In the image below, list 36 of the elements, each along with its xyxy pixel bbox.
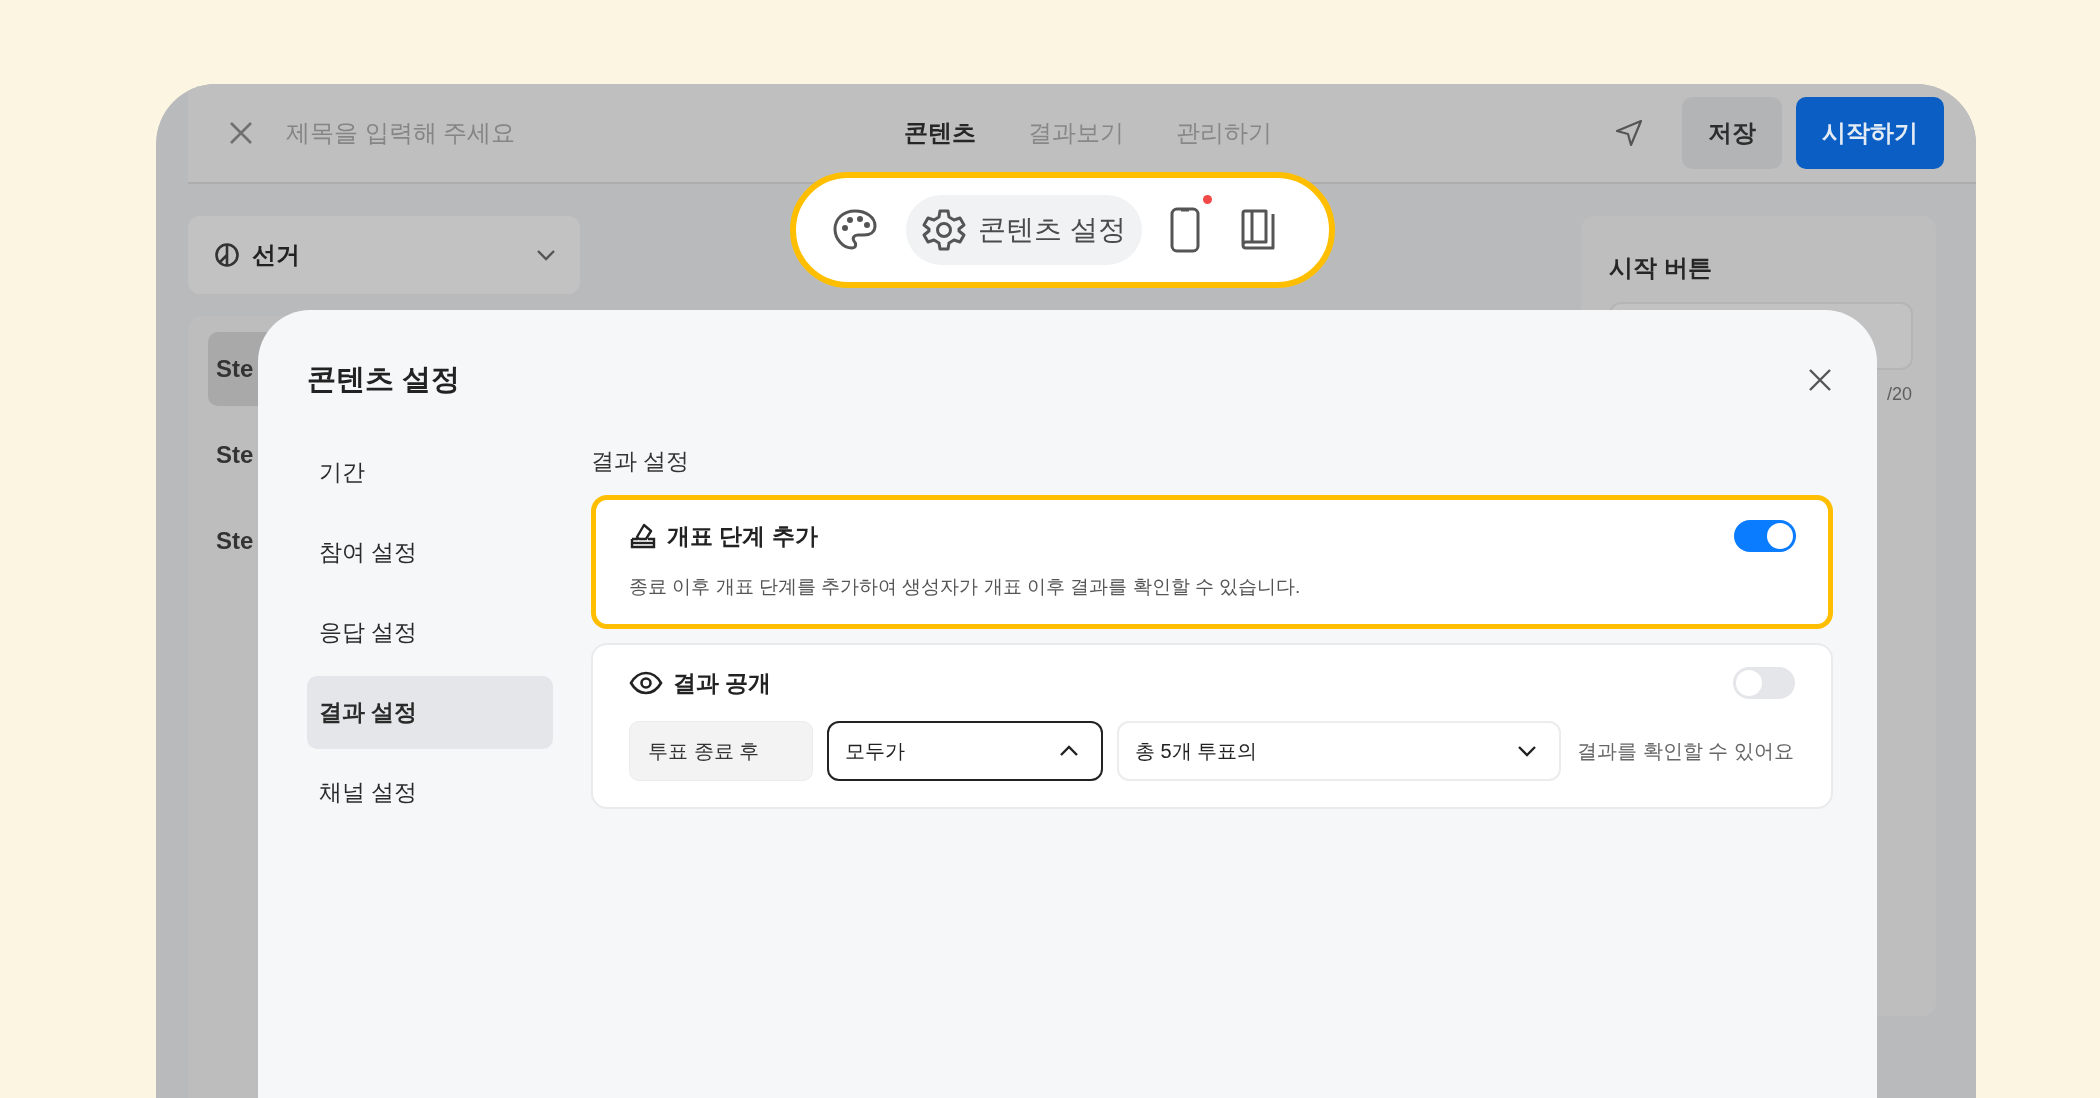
phone-icon — [1169, 207, 1200, 253]
nav-item[interactable]: 기간 — [307, 436, 553, 509]
settings-button[interactable]: 콘텐츠 설정 — [906, 195, 1142, 265]
ballot-box-icon — [629, 522, 657, 550]
setting-title: 개표 단계 추가 — [667, 521, 818, 551]
setting-title: 결과 공개 — [673, 668, 772, 698]
save-button[interactable]: 저장 — [1682, 97, 1782, 169]
type-dropdown[interactable]: 선거 — [188, 216, 580, 294]
eye-icon — [629, 671, 663, 695]
chevron-up-icon — [1059, 745, 1079, 757]
toggle-switch[interactable] — [1733, 667, 1795, 699]
section-title: 시작 버튼 — [1609, 253, 1713, 283]
nav-item[interactable]: 결과 설정 — [307, 676, 553, 749]
section-title: 결과 설정 — [591, 447, 691, 476]
pie-chart-icon — [214, 242, 240, 268]
audience-select[interactable]: 모두가 — [827, 721, 1103, 781]
tab[interactable]: 콘텐츠 — [904, 117, 976, 149]
send-icon[interactable] — [1614, 118, 1644, 148]
chevron-down-icon — [1517, 745, 1537, 757]
title-input[interactable]: 제목을 입력해 주세요 — [284, 118, 688, 148]
toggle-switch[interactable] — [1734, 520, 1796, 552]
chevron-down-icon — [536, 249, 556, 261]
close-icon[interactable] — [1807, 367, 1833, 393]
setting-description: 종료 이후 개표 단계를 추가하여 생성자가 개표 이후 결과를 확인할 수 있습니다. — [629, 575, 1302, 599]
settings-icon — [922, 208, 966, 252]
nav-item[interactable]: 채널 설정 — [307, 756, 553, 829]
scope-select[interactable]: 총 5개 투표의 — [1117, 721, 1561, 781]
character-counter: /20 — [1886, 384, 1912, 405]
condition-text: 결과를 확인할 수 있어요 — [1577, 738, 1794, 764]
dialog-title: 콘텐츠 설정 — [307, 362, 461, 397]
book-icon — [1239, 208, 1276, 252]
palette-icon — [832, 208, 878, 252]
start-button[interactable]: 시작하기 — [1796, 97, 1944, 169]
condition-label: 투표 종료 후 — [629, 721, 813, 781]
nav-item[interactable]: 응답 설정 — [307, 596, 553, 669]
nav-item[interactable]: 참여 설정 — [307, 516, 553, 589]
